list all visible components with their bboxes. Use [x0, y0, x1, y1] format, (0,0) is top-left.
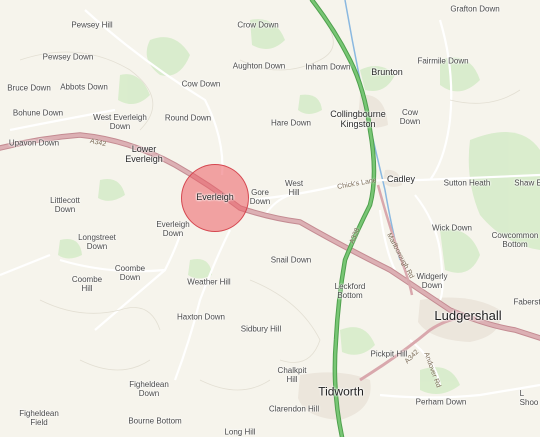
road-marlborough: [376, 184, 414, 296]
river: [344, 0, 401, 261]
location-marker[interactable]: [181, 164, 249, 232]
map-view[interactable]: Ludgershall Tidworth Everleigh Brunton C…: [0, 0, 540, 437]
map-base-layer: [0, 0, 540, 437]
